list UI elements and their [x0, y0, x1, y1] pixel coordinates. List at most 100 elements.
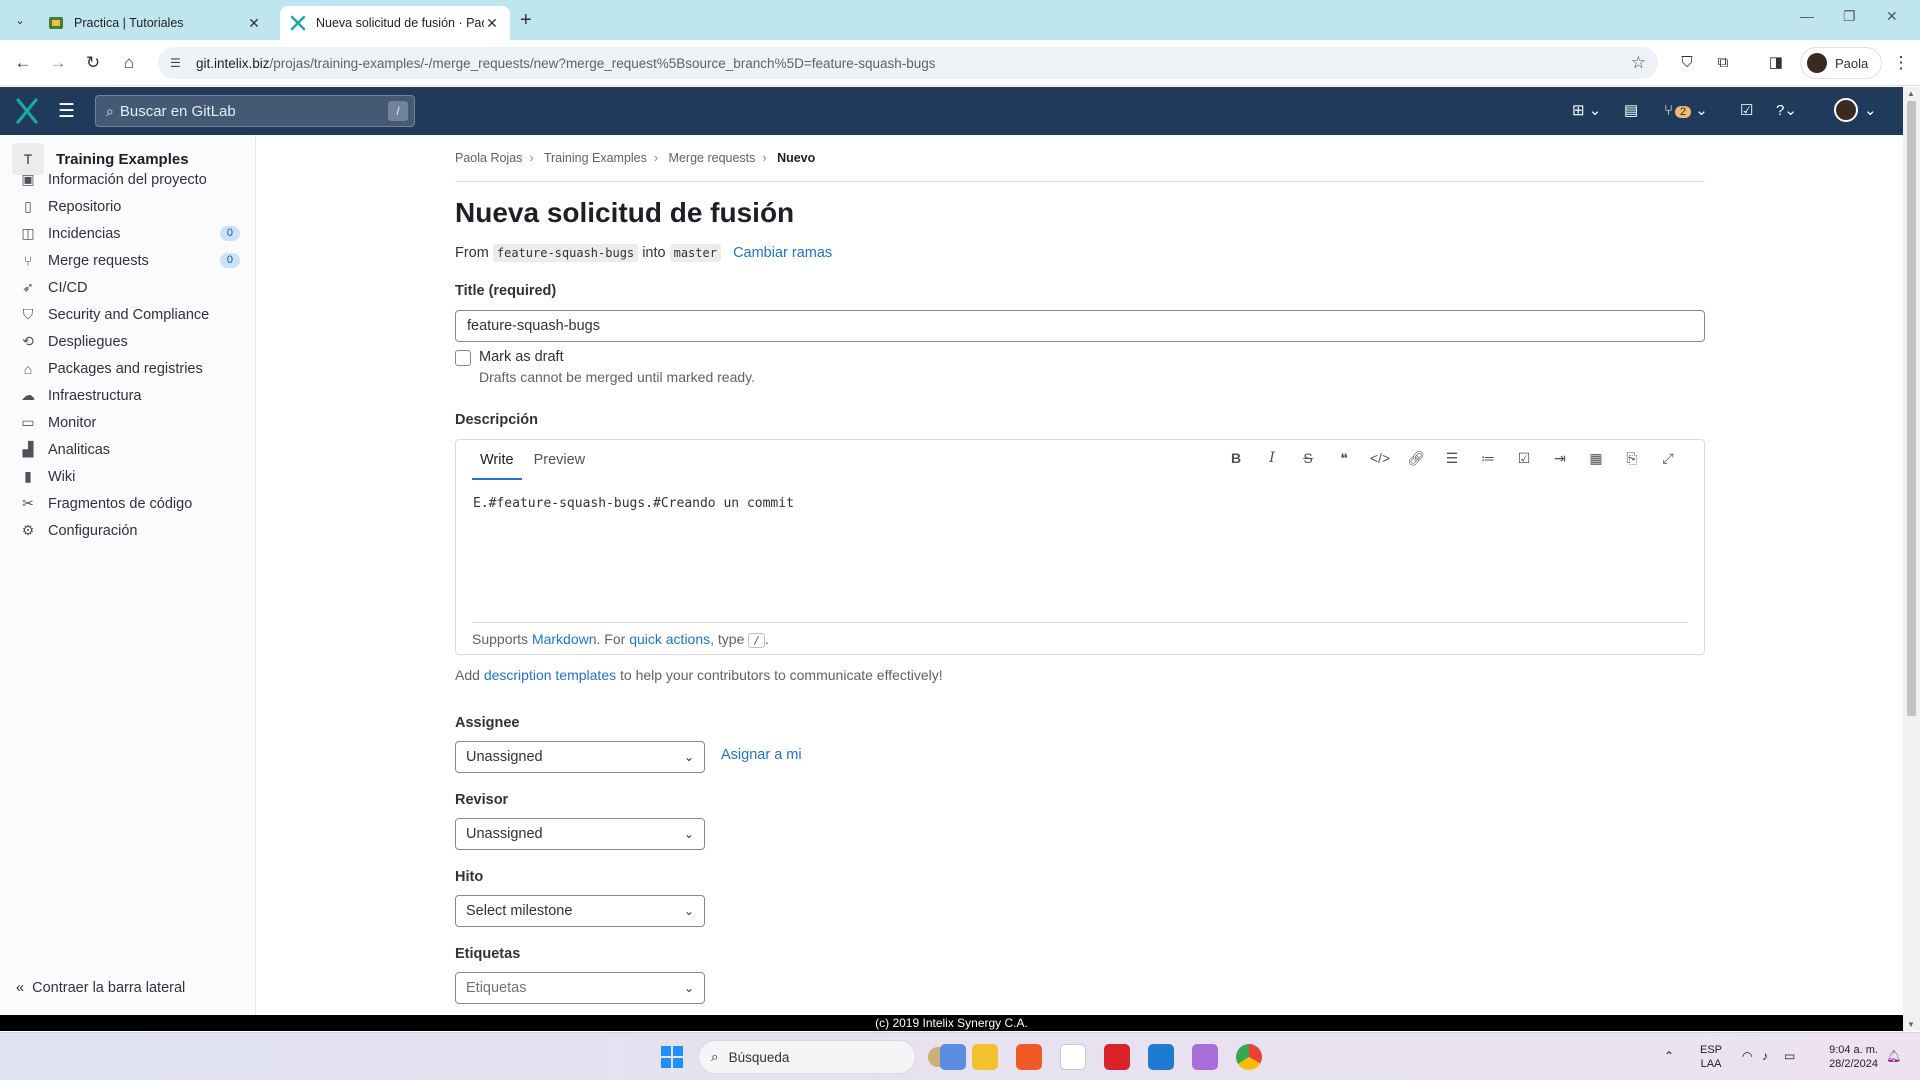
scrollbar-thumb[interactable]: [1907, 101, 1916, 716]
bookmark-star-icon[interactable]: ☆: [1631, 53, 1646, 73]
menu-icon[interactable]: ☰: [58, 100, 75, 123]
attach-file-icon[interactable]: ⎘: [1614, 450, 1650, 467]
user-avatar[interactable]: [1834, 98, 1858, 122]
reload-icon[interactable]: ↻: [82, 52, 104, 74]
restore-icon[interactable]: ❐: [1843, 8, 1856, 25]
shield-extension-icon[interactable]: ⛉: [1676, 52, 1698, 74]
italic-icon[interactable]: I: [1254, 450, 1290, 467]
chevron-down-icon: ⌄: [683, 827, 694, 841]
address-bar[interactable]: ☰ git.intelix.biz/projas/training-exampl…: [158, 47, 1658, 79]
scroll-down-icon[interactable]: ▼: [1907, 1020, 1915, 1029]
quote-icon[interactable]: ❝: [1326, 450, 1362, 467]
browser-tab-practica[interactable]: Practica | Tutoriales ✕: [38, 6, 272, 40]
new-tab-icon[interactable]: +: [520, 9, 532, 32]
assignee-dropdown[interactable]: Unassigned ⌄: [455, 741, 705, 773]
forward-icon[interactable]: →: [47, 52, 69, 74]
extensions-icon[interactable]: ⧉: [1712, 52, 1734, 74]
description-textarea[interactable]: E.#feature-squash-bugs.#Creando un commi…: [473, 496, 794, 511]
profile-button[interactable]: Paola: [1800, 47, 1882, 79]
breadcrumb-current[interactable]: Nuevo: [777, 151, 815, 165]
draft-label[interactable]: Mark as draft: [479, 349, 564, 365]
issues-count-badge: 0: [219, 226, 240, 241]
help-icon[interactable]: ?⌄: [1776, 101, 1797, 119]
windows-start-icon[interactable]: [660, 1045, 684, 1069]
close-tab-icon[interactable]: ✕: [484, 15, 500, 32]
acrobat-icon[interactable]: [1104, 1044, 1130, 1070]
browser-tab-merge-request[interactable]: Nueva solicitud de fusión · Paola ✕: [280, 6, 510, 40]
site-settings-icon[interactable]: ☰: [170, 56, 186, 70]
back-icon[interactable]: ←: [12, 52, 34, 74]
todos-icon[interactable]: ☑: [1740, 101, 1753, 119]
page-scrollbar[interactable]: ▲ ▼: [1903, 87, 1920, 1031]
wifi-icon[interactable]: ◠: [1742, 1049, 1752, 1063]
scroll-up-icon[interactable]: ▲: [1907, 89, 1915, 98]
markdown-link[interactable]: Markdown: [532, 631, 597, 647]
intelix-logo-icon[interactable]: [14, 97, 40, 125]
quick-actions-link[interactable]: quick actions: [629, 631, 710, 647]
slash-key: /: [748, 633, 765, 648]
breadcrumb-user[interactable]: Paola Rojas: [455, 151, 522, 165]
tab-preview[interactable]: Preview: [526, 440, 594, 480]
side-panel-icon[interactable]: ◨: [1765, 52, 1787, 74]
editor-tabs: Write Preview: [472, 440, 597, 480]
change-branches-link[interactable]: Cambiar ramas: [733, 245, 832, 261]
browser-menu-icon[interactable]: ⋮: [1890, 52, 1912, 74]
sidebar-item-settings[interactable]: ⚙ Configuración: [20, 514, 240, 547]
assign-to-me-link[interactable]: Asignar a mi: [721, 747, 802, 763]
chevron-up-icon[interactable]: ⌃: [1664, 1049, 1674, 1063]
collapse-sidebar-button[interactable]: « Contraer la barra lateral: [16, 980, 185, 996]
breadcrumb-merge-requests[interactable]: Merge requests: [669, 151, 756, 165]
tab-write[interactable]: Write: [472, 440, 522, 480]
tab-search-icon[interactable]: ⌄: [10, 10, 30, 30]
fullscreen-icon[interactable]: ⤢: [1650, 450, 1686, 467]
copilot-icon[interactable]: [940, 1044, 966, 1070]
close-tab-icon[interactable]: ✕: [246, 15, 262, 32]
create-new-icon[interactable]: ⊞ ⌄: [1572, 101, 1601, 119]
assignee-value: Unassigned: [466, 749, 543, 765]
gear-icon: ⚙: [21, 522, 35, 538]
notification-bell-icon[interactable]: 🔔︎: [1886, 1049, 1901, 1063]
supports-text: Supports: [472, 631, 529, 647]
title-input[interactable]: feature-squash-bugs: [455, 310, 1705, 342]
task-list-icon[interactable]: ☑: [1506, 450, 1542, 467]
editor-toolbar: B I S ❝ </> 🔗︎ ☰ ≔ ☑ ⇥ ▦ ⎘ ⤢: [1218, 450, 1686, 467]
clock[interactable]: 9:04 a. m. 28/2/2024: [1820, 1043, 1878, 1071]
milestone-dropdown[interactable]: Select milestone ⌄: [455, 895, 705, 927]
minimize-icon[interactable]: —: [1800, 8, 1814, 24]
battery-icon[interactable]: ▭: [1784, 1049, 1795, 1063]
close-window-icon[interactable]: ✕: [1886, 8, 1898, 25]
draft-help: Drafts cannot be merged until marked rea…: [479, 369, 755, 385]
merge-requests-header-icon[interactable]: ⑂ 2 ⌄: [1664, 101, 1708, 119]
chevron-down-icon[interactable]: ⌄: [1864, 101, 1877, 119]
search-icon: ⌕: [711, 1049, 719, 1064]
table-icon[interactable]: ▦: [1578, 450, 1614, 467]
mr-count-badge: 0: [219, 253, 240, 268]
code-icon[interactable]: </>: [1362, 450, 1398, 467]
bullet-list-icon[interactable]: ☰: [1434, 450, 1470, 467]
brave-browser-icon[interactable]: [1016, 1044, 1042, 1070]
taskbar-search[interactable]: ⌕ Búsqueda: [698, 1040, 916, 1074]
labels-dropdown[interactable]: Etiquetas ⌄: [455, 972, 705, 1004]
vscode-icon[interactable]: [1148, 1044, 1174, 1070]
milestone-value: Select milestone: [466, 903, 573, 919]
numbered-list-icon[interactable]: ≔: [1470, 450, 1506, 467]
file-explorer-icon[interactable]: [972, 1044, 998, 1070]
language-indicator[interactable]: ESP LAA: [1700, 1043, 1722, 1071]
collapsible-icon[interactable]: ⇥: [1542, 450, 1578, 467]
app-icon[interactable]: [1192, 1044, 1218, 1070]
search-input[interactable]: ⌕ Buscar en GitLab /: [95, 95, 415, 127]
volume-icon[interactable]: ♪: [1762, 1049, 1768, 1063]
description-templates-link[interactable]: description templates: [484, 667, 616, 683]
tab-title: Nueva solicitud de fusión · Paola: [316, 16, 484, 30]
issues-header-icon[interactable]: ▤: [1624, 101, 1638, 119]
chevron-right-icon: ›: [529, 151, 534, 165]
snipping-tool-icon[interactable]: [1060, 1044, 1086, 1070]
chrome-icon[interactable]: [1236, 1044, 1262, 1070]
reviewer-dropdown[interactable]: Unassigned ⌄: [455, 818, 705, 850]
draft-checkbox[interactable]: [455, 350, 471, 366]
strikethrough-icon[interactable]: S: [1290, 450, 1326, 467]
bold-icon[interactable]: B: [1218, 450, 1254, 467]
link-icon[interactable]: 🔗︎: [1398, 450, 1434, 467]
home-icon[interactable]: ⌂: [118, 52, 140, 74]
breadcrumb-project[interactable]: Training Examples: [544, 151, 647, 165]
